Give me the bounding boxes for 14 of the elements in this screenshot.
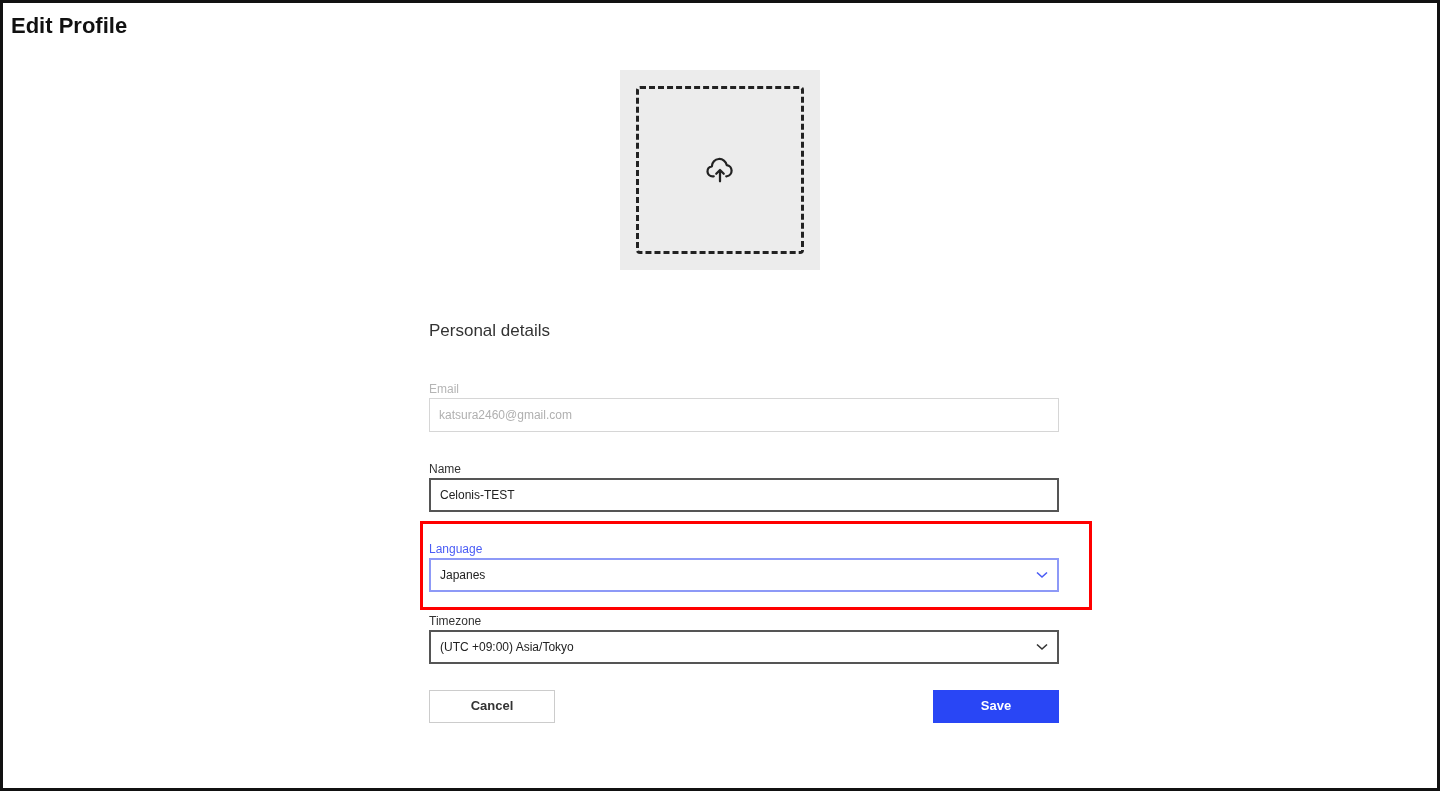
page-title: Edit Profile <box>11 12 128 40</box>
section-title: Personal details <box>429 320 551 342</box>
select-field[interactable]: Japanes <box>429 557 1059 592</box>
chevron-icon <box>1036 570 1048 579</box>
field-label: Name <box>429 461 462 476</box>
chevron-icon <box>1036 642 1048 651</box>
select-field[interactable]: (UTC +09:00) Asia/Tokyo <box>429 629 1059 664</box>
field-label: Language <box>429 541 484 556</box>
field-label: Email <box>429 381 460 396</box>
upload-area[interactable] <box>620 70 820 270</box>
input-field[interactable]: Celonis-TEST <box>429 477 1059 512</box>
save-button[interactable]: Save <box>933 689 1059 723</box>
field-label: Timezone <box>429 613 483 628</box>
cancel-button[interactable]: Cancel <box>429 689 555 723</box>
